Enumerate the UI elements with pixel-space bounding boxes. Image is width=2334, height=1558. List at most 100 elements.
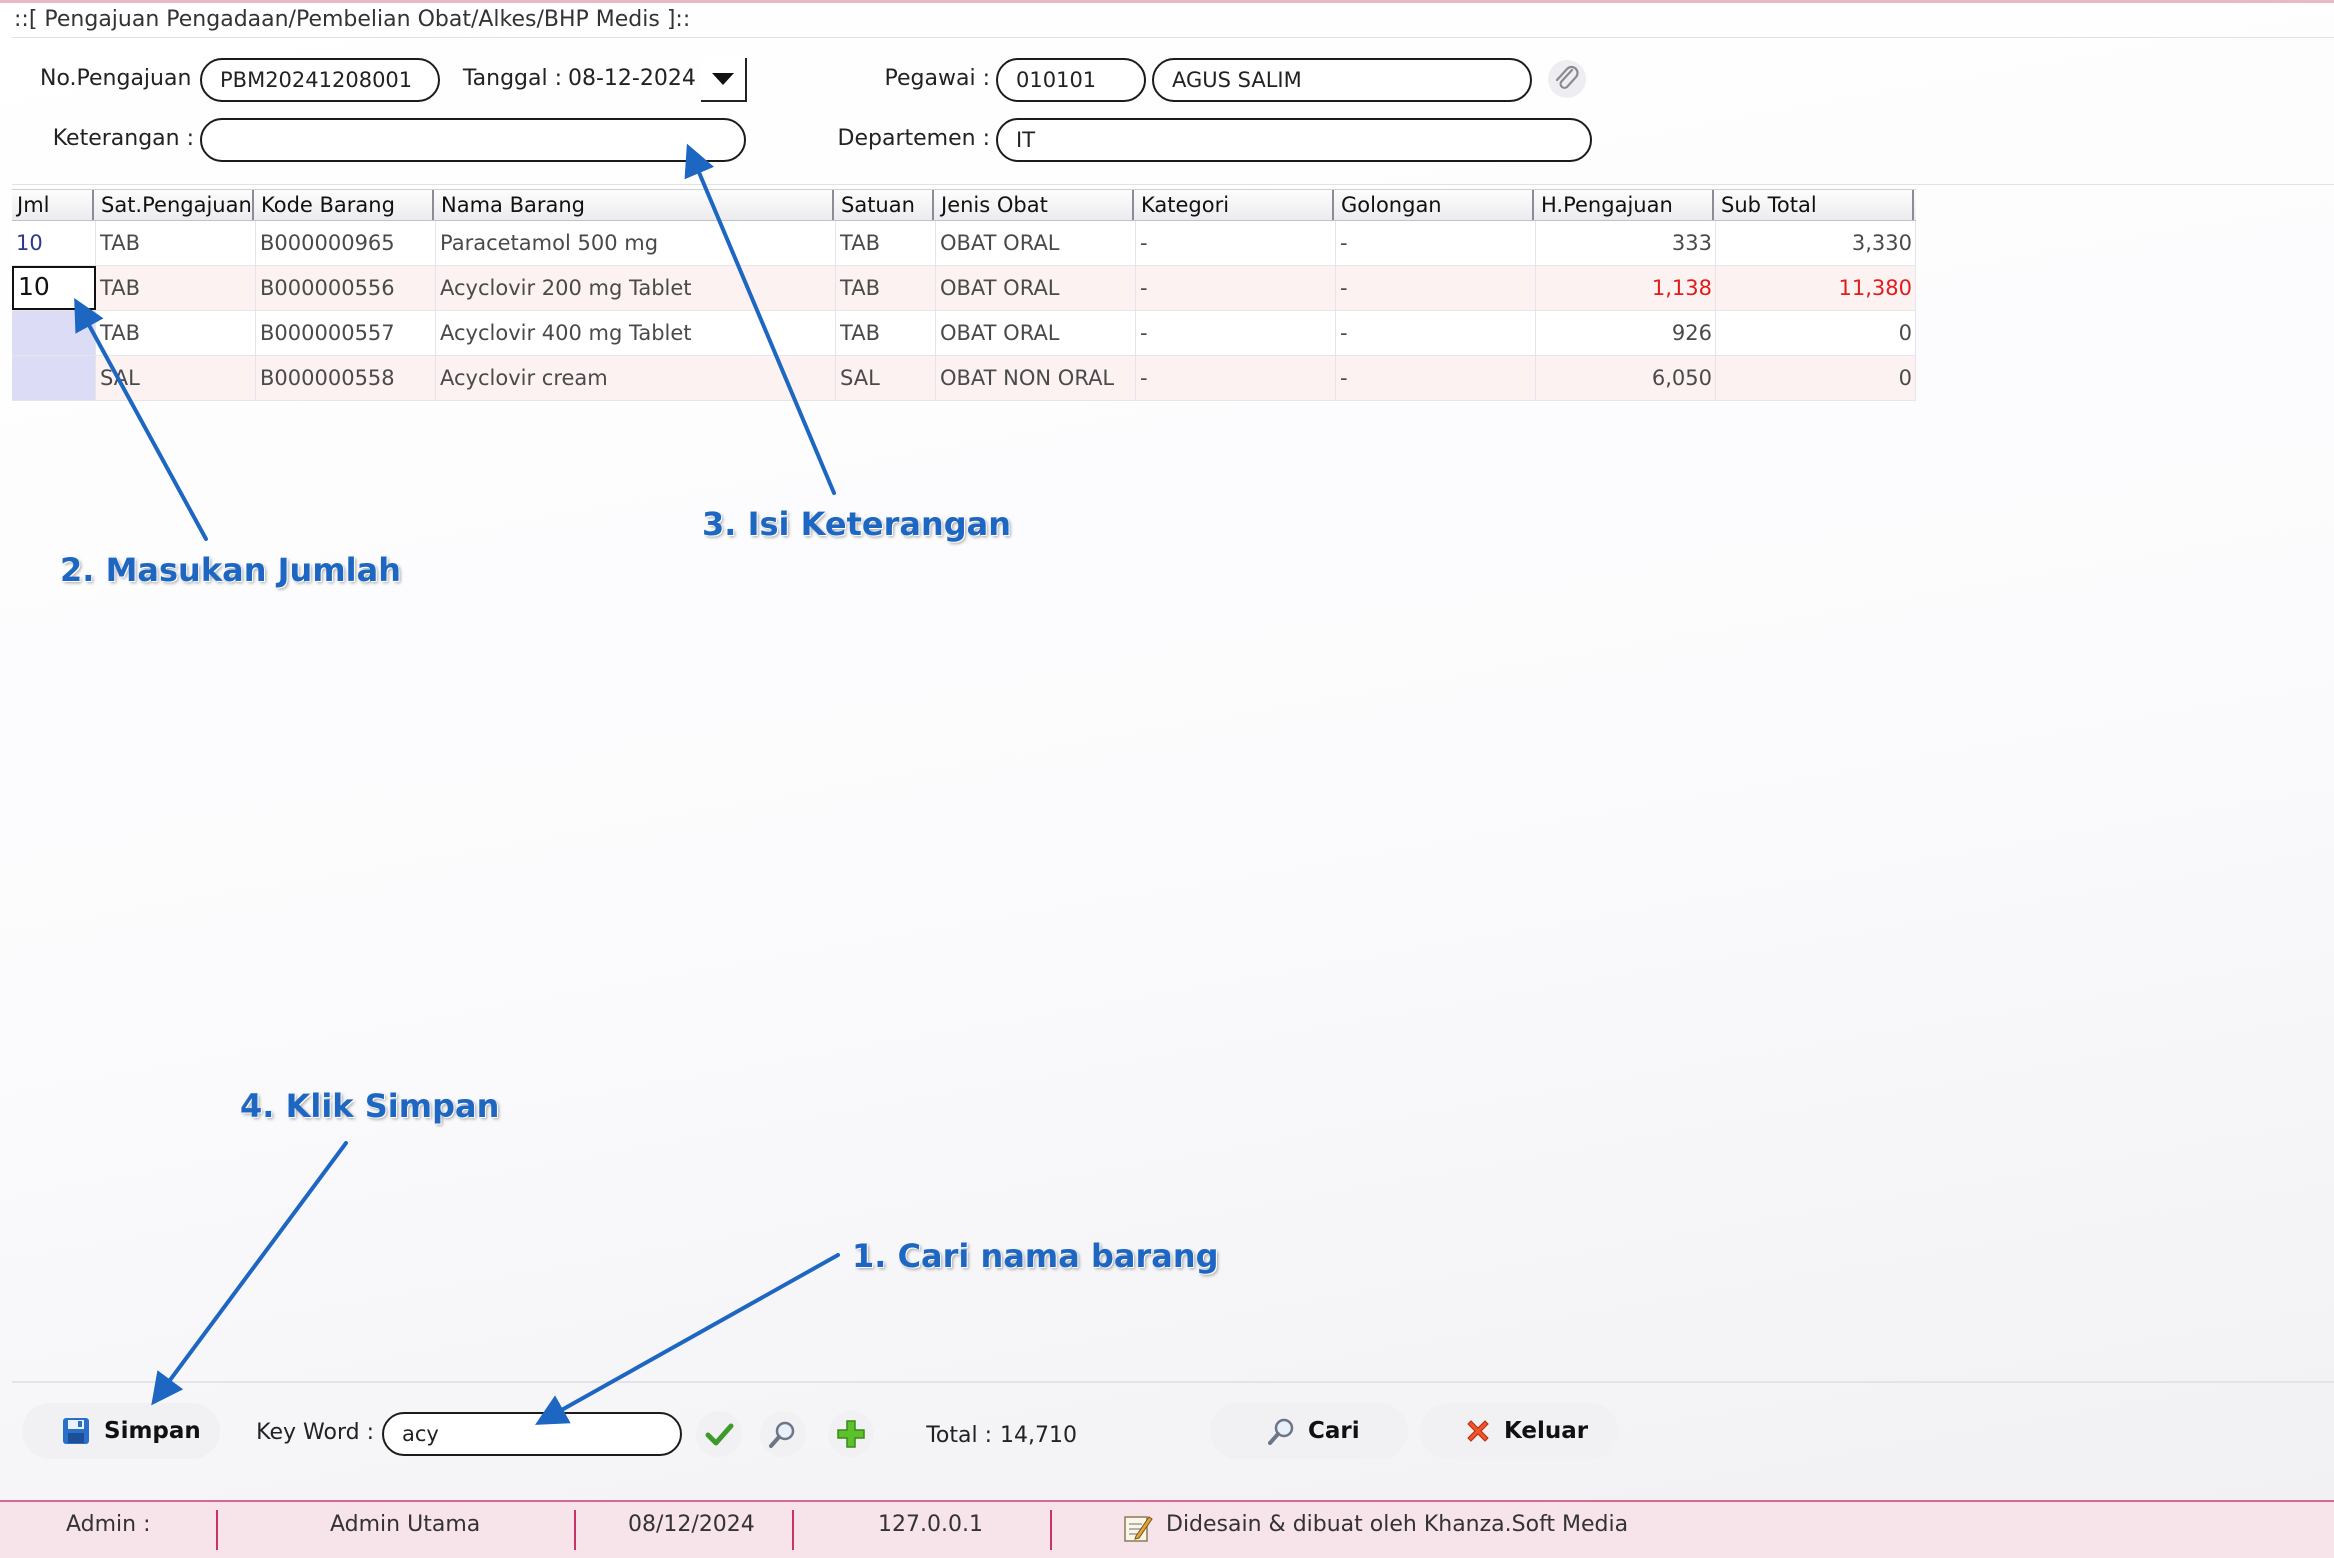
cell-nama[interactable]: Acyclovir 200 mg Tablet (436, 266, 836, 310)
cell-satuan[interactable]: TAB (836, 311, 936, 355)
cell-nama[interactable]: Acyclovir 400 mg Tablet (436, 311, 836, 355)
col-golongan[interactable]: Golongan (1336, 190, 1534, 220)
cell-sat[interactable]: SAL (96, 356, 256, 400)
col-kode-barang[interactable]: Kode Barang (256, 190, 434, 220)
items-table[interactable]: Jml Sat.Pengajuan Kode Barang Nama Baran… (12, 189, 1916, 401)
status-credit: Didesain & dibuat oleh Khanza.Soft Media (1166, 1512, 1629, 1537)
no-pengajuan-label: No.Pengajuan : (40, 66, 206, 91)
cell-kategori[interactable]: - (1136, 356, 1336, 400)
cell-golongan[interactable]: - (1336, 221, 1536, 265)
cari-button[interactable]: Cari (1210, 1403, 1408, 1459)
pegawai-name-field[interactable]: AGUS SALIM (1152, 58, 1532, 102)
no-pengajuan-field[interactable]: PBM20241208001 (200, 58, 440, 102)
status-admin-label: Admin : (66, 1512, 151, 1537)
cell-subtotal[interactable]: 0 (1716, 356, 1916, 400)
simpan-button[interactable]: Simpan (22, 1403, 220, 1459)
cell-harga[interactable]: 926 (1536, 311, 1716, 355)
keyword-label: Key Word : (256, 1420, 374, 1445)
status-divider (216, 1510, 218, 1550)
toolbar-divider (12, 1381, 2334, 1383)
cell-kategori[interactable]: - (1136, 266, 1336, 310)
checkmark-icon (705, 1423, 734, 1446)
magnifier-icon (769, 1421, 795, 1448)
pegawai-label: Pegawai : (884, 66, 990, 91)
col-sub-total[interactable]: Sub Total (1716, 190, 1914, 220)
keluar-label: Keluar (1504, 1418, 1589, 1444)
tanggal-field[interactable]: 08-12-2024 (568, 66, 696, 91)
col-jenis-obat[interactable]: Jenis Obat (936, 190, 1134, 220)
cell-jenis[interactable]: OBAT ORAL (936, 266, 1136, 310)
col-h-pengajuan[interactable]: H.Pengajuan (1536, 190, 1714, 220)
status-ip: 127.0.0.1 (878, 1512, 983, 1537)
arrow-step4 (151, 1141, 348, 1406)
col-nama-barang[interactable]: Nama Barang (436, 190, 834, 220)
col-sat-pengajuan[interactable]: Sat.Pengajuan (96, 190, 254, 220)
cell-jenis[interactable]: OBAT NON ORAL (936, 356, 1136, 400)
col-jml[interactable]: Jml (12, 190, 94, 220)
paperclip-button[interactable] (1548, 60, 1586, 98)
jml-edit-input[interactable]: 10 (12, 266, 96, 310)
add-item-button[interactable] (828, 1411, 874, 1457)
cell-kode[interactable]: B000000558 (256, 356, 436, 400)
cell-golongan[interactable]: - (1336, 266, 1536, 310)
check-button[interactable] (696, 1411, 742, 1457)
col-kategori[interactable]: Kategori (1136, 190, 1334, 220)
annotation-step3: 3. Isi Keterangan (702, 505, 1011, 543)
cell-harga[interactable]: 6,050 (1536, 356, 1716, 400)
main-window: ::[ Pengajuan Pengadaan/Pembelian Obat/A… (0, 3, 2334, 1500)
date-dropdown-button[interactable] (701, 58, 747, 102)
cell-jml[interactable] (12, 356, 96, 400)
cell-satuan[interactable]: TAB (836, 266, 936, 310)
status-divider (1050, 1510, 1052, 1550)
cell-harga[interactable]: 1,138 (1536, 266, 1716, 310)
cell-subtotal[interactable]: 11,380 (1716, 266, 1916, 310)
keyword-search-input[interactable]: acy (382, 1412, 682, 1456)
cell-jml[interactable]: 10 (12, 221, 96, 265)
cell-golongan[interactable]: - (1336, 356, 1536, 400)
cell-jenis[interactable]: OBAT ORAL (936, 221, 1136, 265)
table-row[interactable]: TAB B000000557 Acyclovir 400 mg Tablet T… (12, 311, 1916, 356)
cell-kode[interactable]: B000000965 (256, 221, 436, 265)
annotation-step2: 2. Masukan Jumlah (60, 551, 401, 589)
cell-satuan[interactable]: SAL (836, 356, 936, 400)
keterangan-field[interactable] (200, 118, 746, 162)
departemen-field[interactable]: IT (996, 118, 1592, 162)
table-row[interactable]: 10 TAB B000000556 Acyclovir 200 mg Table… (12, 266, 1916, 311)
status-date: 08/12/2024 (628, 1512, 755, 1537)
total-label: Total : (926, 1423, 992, 1448)
window-title: ::[ Pengajuan Pengadaan/Pembelian Obat/A… (14, 7, 691, 32)
cell-kode[interactable]: B000000556 (256, 266, 436, 310)
arrow-step1 (535, 1253, 840, 1425)
cell-sat[interactable]: TAB (96, 221, 256, 265)
pegawai-code-field[interactable]: 010101 (996, 58, 1146, 102)
cell-nama[interactable]: Paracetamol 500 mg (436, 221, 836, 265)
cell-golongan[interactable]: - (1336, 311, 1536, 355)
keluar-button[interactable]: Keluar (1420, 1403, 1618, 1459)
status-admin-name: Admin Utama (330, 1512, 481, 1537)
cell-sat[interactable]: TAB (96, 311, 256, 355)
cell-jenis[interactable]: OBAT ORAL (936, 311, 1136, 355)
total-value: 14,710 (1000, 1423, 1077, 1448)
table-row[interactable]: 10 TAB B000000965 Paracetamol 500 mg TAB… (12, 221, 1916, 266)
cell-kategori[interactable]: - (1136, 311, 1336, 355)
cell-subtotal[interactable]: 0 (1716, 311, 1916, 355)
cell-satuan[interactable]: TAB (836, 221, 936, 265)
cell-nama[interactable]: Acyclovir cream (436, 356, 836, 400)
cari-label: Cari (1308, 1418, 1360, 1444)
cell-kategori[interactable]: - (1136, 221, 1336, 265)
search-button[interactable] (760, 1411, 806, 1457)
cell-jml[interactable] (12, 311, 96, 355)
close-icon (1467, 1420, 1489, 1442)
table-row[interactable]: SAL B000000558 Acyclovir cream SAL OBAT … (12, 356, 1916, 401)
table-header: Jml Sat.Pengajuan Kode Barang Nama Baran… (12, 189, 1916, 221)
cell-kode[interactable]: B000000557 (256, 311, 436, 355)
status-bar: Admin : Admin Utama 08/12/2024 127.0.0.1… (0, 1500, 2334, 1558)
cell-sat[interactable]: TAB (96, 266, 256, 310)
cell-harga[interactable]: 333 (1536, 221, 1716, 265)
annotation-step4: 4. Klik Simpan (240, 1087, 500, 1125)
keterangan-label: Keterangan : (52, 126, 194, 151)
save-icon (63, 1418, 89, 1444)
col-satuan[interactable]: Satuan (836, 190, 934, 220)
cell-subtotal[interactable]: 3,330 (1716, 221, 1916, 265)
departemen-label: Departemen : (837, 126, 990, 151)
